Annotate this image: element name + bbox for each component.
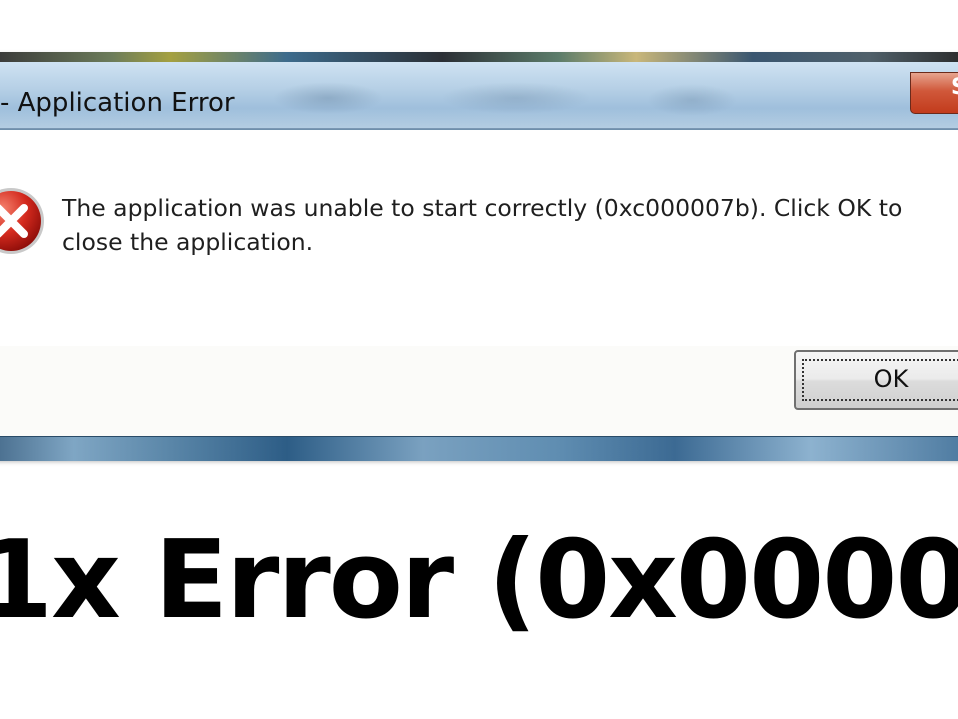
ok-button[interactable]: OK: [794, 350, 958, 410]
error-dialog-window: - Application Error S The applic: [0, 52, 958, 461]
close-button[interactable]: S: [910, 72, 958, 114]
window-bottom-border: [0, 436, 958, 461]
title-bar[interactable]: - Application Error S: [0, 62, 958, 129]
dialog-client-area: The application was unable to start corr…: [0, 130, 958, 436]
error-icon: [0, 188, 44, 254]
window-title: - Application Error: [0, 88, 235, 118]
error-message: The application was unable to start corr…: [62, 194, 903, 256]
ok-button-label: OK: [873, 365, 909, 393]
headline-text: 1x Error (0x000007b: [0, 518, 958, 643]
page: - Application Error S The applic: [0, 0, 958, 719]
close-icon: S: [951, 75, 958, 100]
